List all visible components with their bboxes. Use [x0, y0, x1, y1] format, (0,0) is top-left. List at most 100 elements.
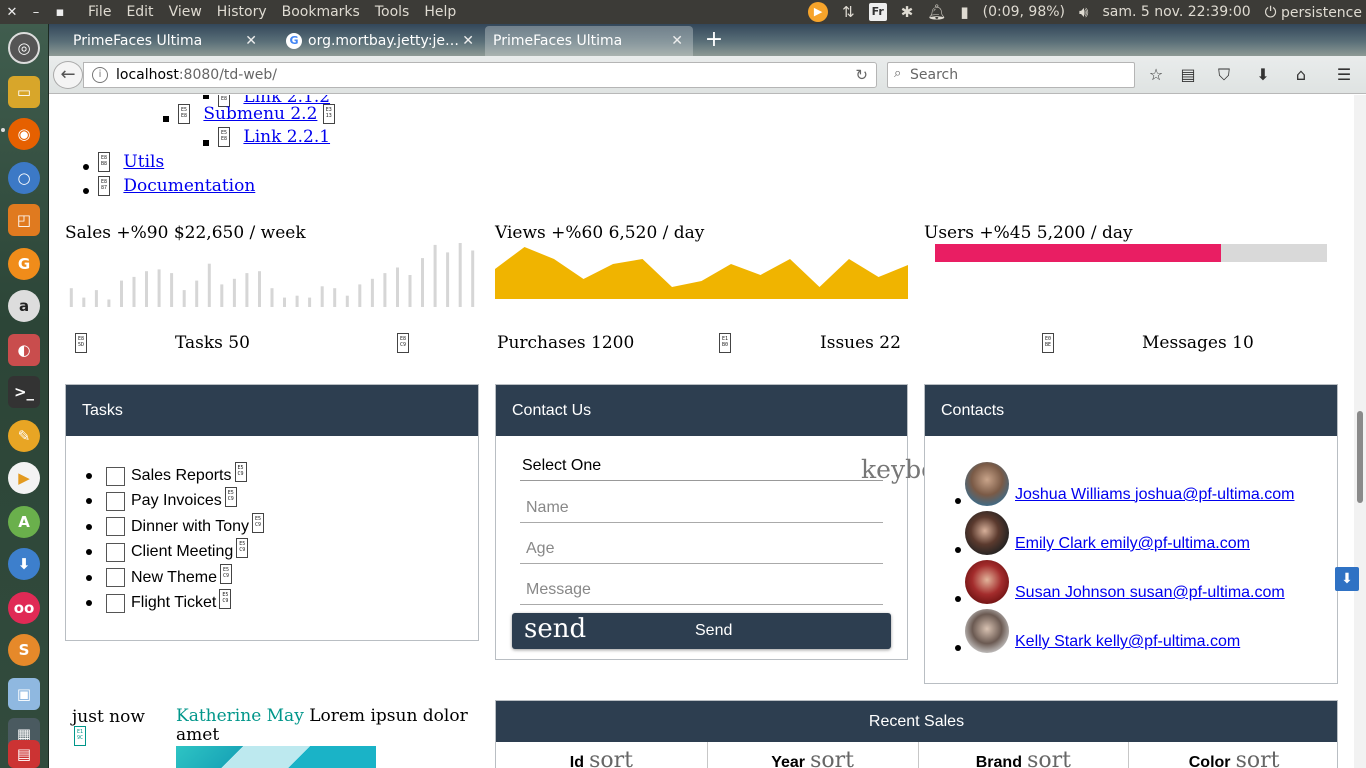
tab-close-icon[interactable]: ✕ — [671, 33, 683, 49]
browser-tab-active[interactable]: PrimeFaces Ultima ✕ — [485, 26, 693, 56]
tab-close-icon[interactable]: ✕ — [462, 33, 474, 49]
terminal-icon[interactable]: >_ — [8, 376, 40, 408]
menu-item-link-221[interactable]: E5 E8 Link 2.2.1 — [218, 127, 330, 147]
task-action-icon[interactable]: E5 C9 — [236, 538, 249, 559]
browser-tab[interactable]: G org.mortbay.jetty:je… ✕ — [278, 26, 484, 56]
reading-list-icon[interactable]: ▤ — [1177, 64, 1199, 86]
media-player-icon[interactable]: ▶ — [8, 462, 40, 494]
search-input[interactable]: ⌕ Search — [887, 62, 1135, 88]
contact-link[interactable]: Kelly Stark kelly@pf-ultima.com — [1015, 633, 1240, 651]
window-minimize-icon[interactable]: – — [24, 5, 48, 20]
menu-view[interactable]: View — [169, 4, 202, 20]
sort-icon[interactable]: sort — [1236, 748, 1280, 768]
page-scrollbar[interactable] — [1354, 95, 1366, 768]
contact-item[interactable]: Susan Johnson susan@pf-ultima.com — [955, 559, 1285, 605]
menu-bookmarks[interactable]: Bookmarks — [282, 4, 360, 20]
column-header[interactable]: Year sort — [706, 742, 918, 768]
age-field[interactable]: Age — [520, 536, 883, 564]
ubuntu-dash-icon[interactable]: ◎ — [8, 32, 40, 64]
sort-icon[interactable]: sort — [1027, 748, 1071, 768]
task-checkbox[interactable] — [106, 593, 125, 613]
site-info-icon[interactable]: i — [92, 67, 108, 83]
task-action-icon[interactable]: E5 C9 — [251, 512, 264, 533]
task-checkbox[interactable] — [106, 542, 125, 562]
task-action-icon[interactable]: E5 C9 — [219, 563, 232, 584]
message-field[interactable]: Message — [520, 577, 883, 605]
window-maximize-icon[interactable]: ▪ — [48, 5, 72, 20]
amazon-icon[interactable]: a — [8, 290, 40, 322]
android-studio-icon[interactable]: A — [8, 506, 40, 538]
subject-select[interactable]: Select One — [520, 453, 883, 481]
menu-help[interactable]: Help — [424, 4, 456, 20]
user-menu[interactable]: ⏻ persistence — [1265, 3, 1362, 21]
menu-item-documentation[interactable]: E8 87 Documentation — [98, 176, 255, 196]
hamburger-menu-icon[interactable]: ☰ — [1333, 64, 1355, 86]
task-checkbox[interactable] — [106, 568, 125, 588]
glasses-app-icon[interactable]: oo — [8, 592, 40, 624]
column-header[interactable]: Color sort — [1128, 742, 1339, 768]
utils-link[interactable]: Utils — [123, 152, 164, 172]
task-item[interactable]: Dinner with Tony E5 C9 — [86, 512, 264, 538]
battery-status[interactable]: (0:09, 98%) — [983, 4, 1065, 20]
scrollbar-thumb[interactable] — [1357, 411, 1363, 503]
contact-item[interactable]: Kelly Stark kelly@pf-ultima.com — [955, 608, 1240, 654]
settings-toggle-icon[interactable]: ◐ — [8, 334, 40, 366]
task-item[interactable]: Pay Invoices E5 C9 — [86, 487, 237, 512]
contact-item[interactable]: Joshua Williams joshua@pf-ultima.com — [955, 461, 1294, 507]
menu-item-submenu-22[interactable]: E5 E8 Submenu 2.2 E3 13 — [178, 104, 335, 124]
network-icon[interactable]: ⇅ — [842, 3, 855, 21]
home-icon[interactable]: ⌂ — [1290, 64, 1312, 86]
pocket-icon[interactable]: ⛉ — [1213, 64, 1235, 86]
files-icon[interactable]: ▭ — [8, 76, 40, 108]
task-item[interactable]: Sales Reports E5 C9 — [86, 462, 247, 487]
volume-icon[interactable]: 🔊︎ — [1079, 3, 1088, 21]
activity-author[interactable]: Katherine May — [176, 706, 304, 726]
tab-close-icon[interactable]: ✕ — [245, 33, 257, 49]
name-field[interactable]: Name — [520, 495, 883, 523]
firefox-icon[interactable]: ◉ — [8, 118, 40, 150]
downloads-icon[interactable]: ⬇ — [1252, 64, 1274, 86]
browser-tab[interactable]: PrimeFaces Ultima ✕ — [49, 26, 267, 56]
column-header[interactable]: Id sort — [496, 742, 707, 768]
task-item[interactable]: Client Meeting E5 C9 — [86, 538, 249, 563]
back-button[interactable]: ← — [53, 61, 83, 89]
link-2-2-1[interactable]: Link 2.2.1 — [243, 127, 330, 147]
sort-icon[interactable]: sort — [589, 748, 633, 768]
documentation-link[interactable]: Documentation — [123, 176, 255, 196]
bluetooth-icon[interactable]: ✱ — [901, 3, 914, 21]
task-item[interactable]: Flight Ticket E5 C9 — [86, 589, 232, 614]
scroll-down-icon[interactable]: ⬇ — [1335, 567, 1359, 591]
battery-icon[interactable]: ▮ — [960, 3, 968, 21]
chromium-icon[interactable]: ○ — [8, 162, 40, 194]
gimp-icon[interactable]: G — [8, 248, 40, 280]
vlc-icon[interactable]: ▶ — [808, 2, 829, 22]
keyboard-layout-indicator[interactable]: Fr — [868, 3, 887, 21]
url-bar[interactable]: i localhost:8080/td-web/ ↻ — [83, 62, 877, 88]
download-icon[interactable]: ⬇ — [8, 548, 40, 580]
sublime-text-icon[interactable]: S — [8, 634, 40, 666]
task-action-icon[interactable]: E5 C9 — [234, 462, 247, 482]
task-item[interactable]: New Theme E5 C9 — [86, 563, 232, 589]
submenu-2-2[interactable]: Submenu 2.2 — [203, 104, 317, 124]
menu-tools[interactable]: Tools — [375, 4, 410, 20]
task-action-icon[interactable]: E5 C9 — [219, 589, 232, 609]
task-checkbox[interactable] — [106, 466, 125, 486]
software-center-icon[interactable]: ◰ — [8, 204, 40, 236]
task-action-icon[interactable]: E5 C9 — [224, 487, 237, 508]
contact-link[interactable]: Susan Johnson susan@pf-ultima.com — [1015, 584, 1285, 602]
contact-item[interactable]: Emily Clark emily@pf-ultima.com — [955, 510, 1250, 556]
reload-icon[interactable]: ↻ — [855, 66, 868, 84]
menu-edit[interactable]: Edit — [126, 4, 153, 20]
trash-icon[interactable]: ▤ — [8, 740, 40, 768]
menu-file[interactable]: File — [88, 4, 111, 20]
column-header[interactable]: Brand sort — [917, 742, 1129, 768]
clock[interactable]: sam. 5 nov. 22:39:00 — [1102, 4, 1250, 20]
menu-item-utils[interactable]: E8 B8 Utils — [98, 152, 164, 172]
bookmark-star-icon[interactable]: ☆ — [1145, 64, 1167, 86]
contact-link[interactable]: Joshua Williams joshua@pf-ultima.com — [1015, 486, 1294, 504]
window-close-icon[interactable]: ✕ — [0, 5, 24, 20]
send-button[interactable]: send Send — [512, 613, 891, 649]
menu-history[interactable]: History — [217, 4, 267, 20]
virtualbox-icon[interactable]: ▣ — [8, 678, 40, 710]
sort-icon[interactable]: sort — [810, 748, 854, 768]
